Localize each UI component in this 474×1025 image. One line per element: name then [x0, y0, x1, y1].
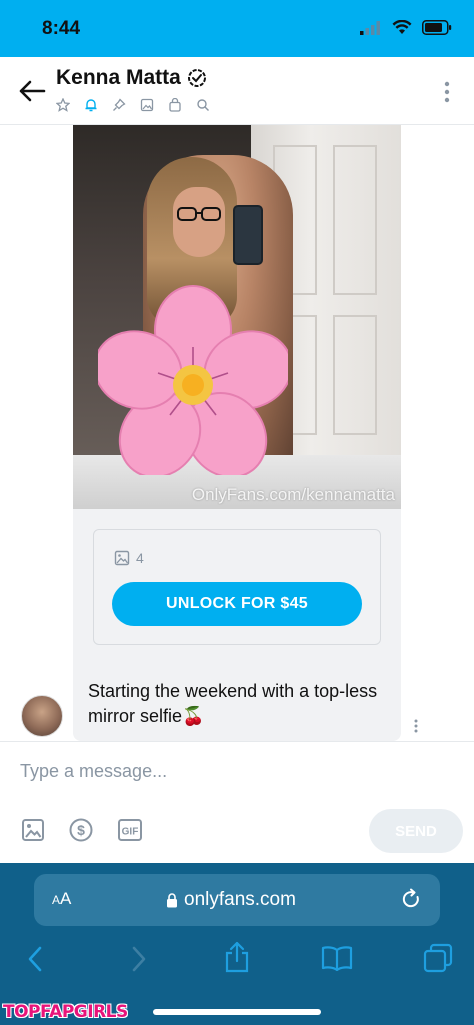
svg-text:$: $ — [77, 822, 85, 838]
dollar-icon[interactable]: $ — [69, 818, 93, 842]
svg-text:GIF: GIF — [122, 827, 139, 838]
photo-phone — [233, 205, 263, 265]
verified-icon — [187, 69, 206, 87]
bell-icon[interactable] — [84, 98, 98, 112]
send-button[interactable]: SEND — [369, 809, 463, 853]
chat-header: Kenna Matta — [0, 57, 474, 125]
message-photo[interactable]: OnlyFans.com/kennamatta — [73, 125, 401, 509]
photo-watermark: OnlyFans.com/kennamatta — [191, 485, 395, 504]
gif-icon[interactable]: GIF — [117, 818, 143, 842]
star-icon[interactable] — [56, 98, 70, 112]
wifi-icon — [392, 20, 412, 34]
home-indicator — [153, 1009, 321, 1015]
url-text: onlyfans.com — [184, 889, 296, 910]
chat-area: OnlyFans.com/kennamatta 4 UNLOCK FOR $45… — [0, 125, 474, 741]
composer-tools: $ GIF — [21, 818, 143, 842]
more-options-icon[interactable] — [444, 81, 450, 103]
signal-icon — [360, 20, 380, 35]
browser-toolbar: AA onlyfans.com TOPFAPGIRLS — [0, 863, 474, 1025]
photo-glasses — [177, 207, 221, 221]
lock-icon — [167, 892, 177, 907]
unlock-button[interactable]: UNLOCK FOR $45 — [112, 582, 362, 626]
url-bar[interactable]: AA onlyfans.com — [34, 874, 440, 926]
message-bubble: Starting the weekend with a top-less mir… — [73, 669, 401, 741]
pin-icon[interactable] — [112, 98, 126, 112]
battery-icon — [422, 20, 452, 35]
search-icon[interactable] — [196, 98, 210, 112]
back-arrow-icon[interactable] — [18, 79, 46, 103]
header-actions — [56, 98, 210, 112]
photo-face — [173, 187, 225, 257]
locked-media-card: 4 UNLOCK FOR $45 — [73, 509, 401, 669]
message-text: Starting the weekend with a top-less mir… — [88, 681, 378, 726]
avatar[interactable] — [21, 695, 63, 737]
browser-nav — [0, 941, 474, 973]
image-icon — [114, 550, 130, 566]
aa-large: A — [60, 889, 72, 908]
image-icon[interactable] — [21, 818, 45, 842]
url-display: onlyfans.com — [166, 889, 296, 911]
media-count-value: 4 — [136, 550, 144, 566]
status-icons — [360, 20, 452, 35]
status-time: 8:44 — [42, 18, 81, 39]
bookmarks-icon[interactable] — [321, 945, 353, 971]
reload-icon[interactable] — [400, 888, 422, 910]
media-count: 4 — [114, 550, 144, 566]
message-options-icon[interactable] — [414, 719, 418, 733]
cherry-blossom-emoji — [98, 285, 288, 475]
status-bar: 8:44 — [0, 0, 474, 57]
browser-back-icon[interactable] — [26, 945, 44, 973]
contact-name: Kenna Matta — [56, 66, 181, 89]
message-composer: $ GIF SEND — [0, 741, 474, 863]
site-watermark: TOPFAPGIRLS — [3, 1002, 128, 1022]
message-input[interactable] — [20, 758, 440, 784]
image-icon[interactable] — [140, 98, 154, 112]
browser-forward-icon[interactable] — [130, 945, 148, 973]
aa-small: A — [52, 893, 61, 907]
share-icon[interactable] — [223, 941, 251, 973]
chat-title[interactable]: Kenna Matta — [56, 66, 207, 90]
tabs-icon[interactable] — [423, 943, 453, 973]
lock-bag-icon[interactable] — [168, 98, 182, 112]
reader-aa-button[interactable]: AA — [52, 889, 71, 909]
locked-media-box: 4 UNLOCK FOR $45 — [93, 529, 381, 645]
